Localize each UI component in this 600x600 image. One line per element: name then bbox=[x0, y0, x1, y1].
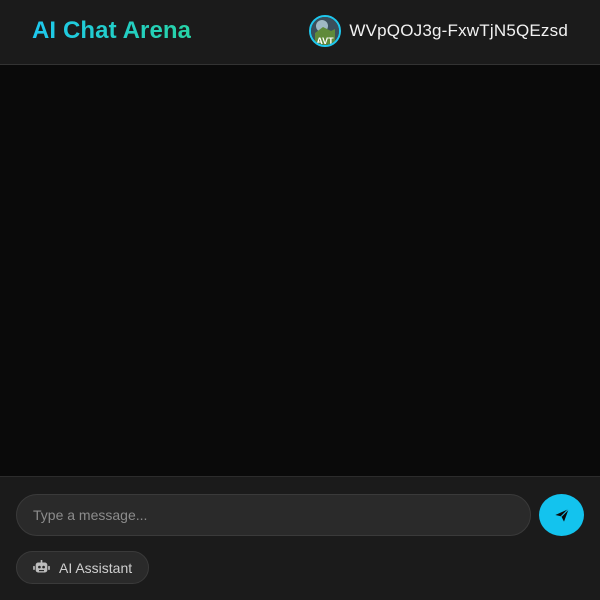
username: WVpQOJ3g-FxwTjN5QEzsd bbox=[349, 20, 568, 40]
user-profile[interactable]: AVT WVpQOJ3g-FxwTjN5QEzsd bbox=[309, 14, 568, 47]
robot-icon bbox=[33, 560, 50, 573]
app-title: AI Chat Arena bbox=[32, 17, 192, 44]
ai-assistant-button[interactable]: AI Assistant bbox=[16, 551, 150, 584]
message-input-row bbox=[16, 494, 584, 536]
user-avatar-icon: AVT bbox=[311, 16, 340, 45]
avatar[interactable]: AVT bbox=[309, 14, 342, 47]
top-header: AI Chat Arena AVT WVpQOJ3g-FxwTjN5QEzsd bbox=[0, 0, 600, 65]
message-input[interactable] bbox=[16, 494, 531, 536]
app-window: AI Chat Arena AVT WVpQOJ3g-FxwTjN5QEzsd bbox=[0, 0, 600, 600]
paper-plane-icon bbox=[554, 508, 569, 522]
send-button[interactable] bbox=[539, 494, 584, 536]
chat-messages-area bbox=[0, 65, 600, 476]
ai-assistant-label: AI Assistant bbox=[59, 559, 133, 576]
composer-footer: AI Assistant bbox=[0, 476, 600, 600]
svg-text:AVT: AVT bbox=[317, 36, 335, 45]
